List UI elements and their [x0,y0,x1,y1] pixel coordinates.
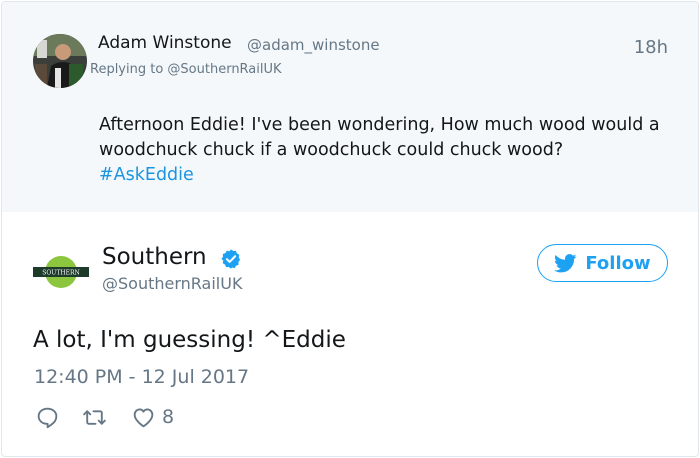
heart-icon [133,408,154,427]
twitter-bird-icon [554,253,577,272]
author-name[interactable]: Southern [102,244,207,270]
tweet-actions: 8 [35,403,174,431]
parent-author-name[interactable]: Adam Winstone [98,33,232,53]
follow-button[interactable]: Follow [537,244,668,282]
parent-tweet-body: Afternoon Eddie! I've been wondering, Ho… [99,115,660,160]
follow-label: Follow [585,252,651,274]
tweet-card: Adam Winstone @adam_winstone 18h Replyin… [1,1,699,457]
replying-to-text[interactable]: Replying to @SouthernRailUK [90,62,282,77]
avatar[interactable] [33,34,87,88]
southern-logo[interactable]: SOUTHERN [33,254,89,290]
logo-text: SOUTHERN [42,270,79,277]
tweet-timestamp[interactable]: 12:40 PM - 12 Jul 2017 [34,366,249,388]
retweet-button[interactable] [82,405,107,430]
like-button[interactable]: 8 [131,405,174,430]
hashtag-link[interactable]: #AskEddie [99,165,194,185]
parent-tweet[interactable]: Adam Winstone @adam_winstone 18h Replyin… [2,2,698,212]
like-count: 8 [162,406,175,428]
tweet-text: A lot, I'm guessing! ^Eddie [33,327,346,353]
parent-timestamp[interactable]: 18h [634,37,668,58]
reply-icon [37,407,58,428]
verified-badge-icon [220,248,242,270]
parent-tweet-text: Afternoon Eddie! I've been wondering, Ho… [99,113,679,188]
parent-author-handle[interactable]: @adam_winstone [247,36,380,54]
author-handle[interactable]: @SouthernRailUK [102,274,242,293]
retweet-icon [83,409,106,425]
reply-button[interactable] [35,405,60,430]
